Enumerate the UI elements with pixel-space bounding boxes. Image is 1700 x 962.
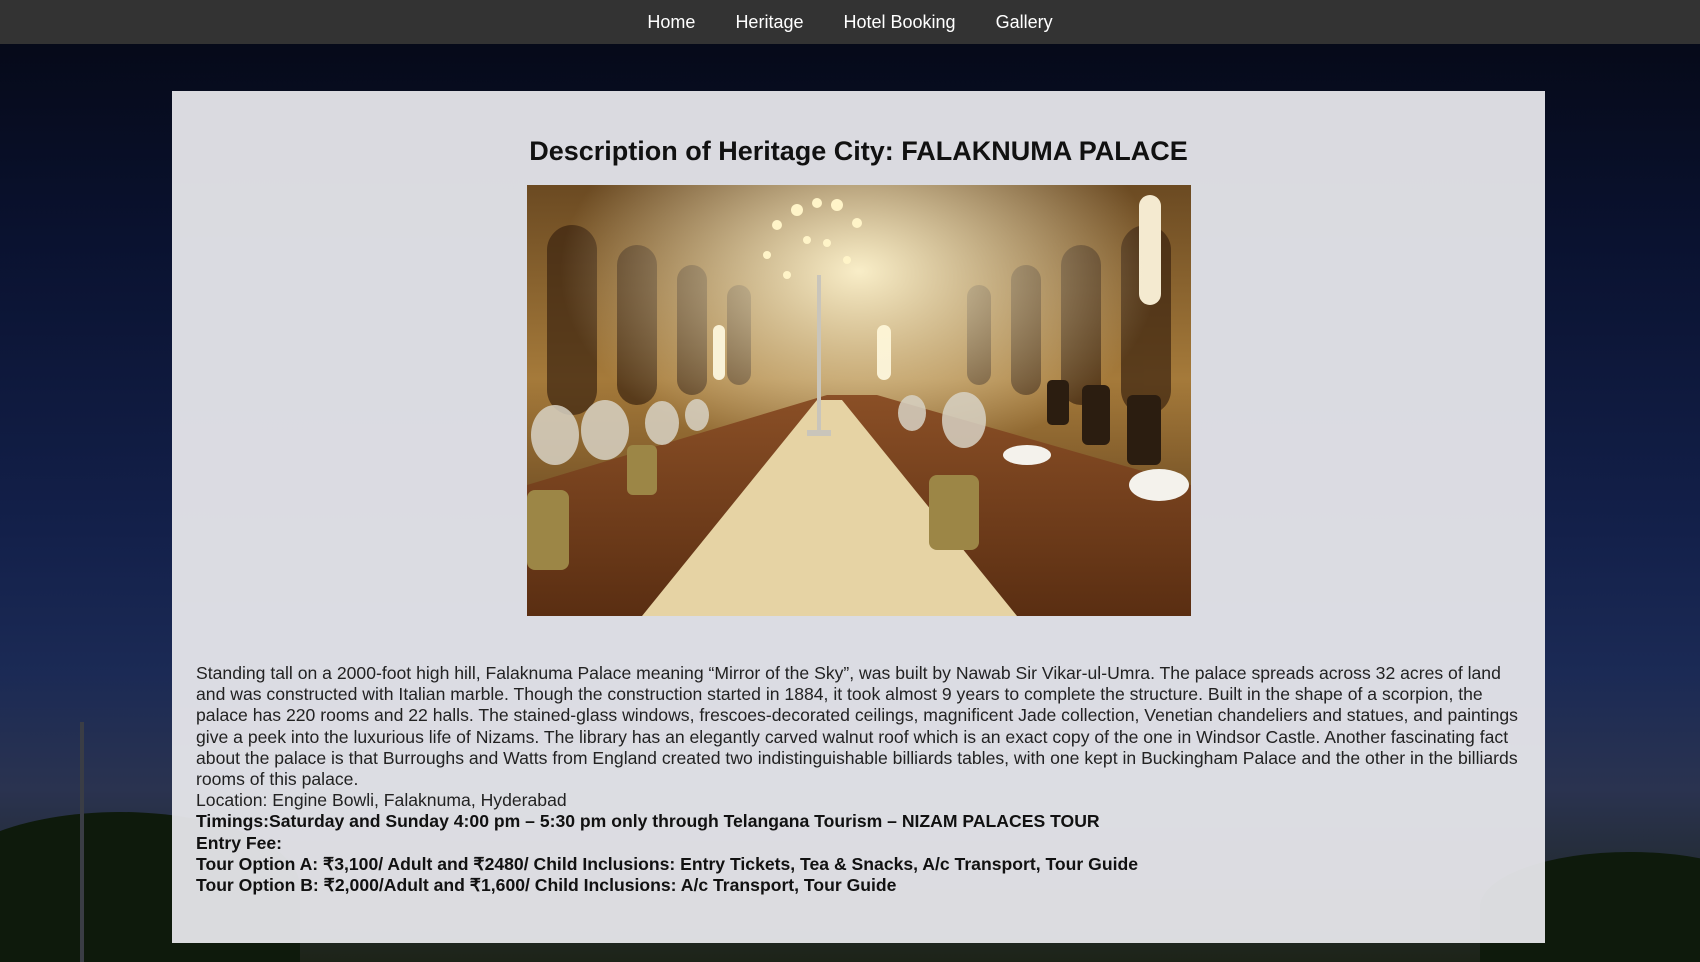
entry-fee-label: Entry Fee: [196,832,283,853]
nav-heritage-link[interactable]: Heritage [715,0,823,44]
tour-option-a: Tour Option A: ₹3,100/ Adult and ₹2480/ … [196,853,1138,874]
page-title: Description of Heritage City: FALAKNUMA … [529,136,1188,166]
description-section: Standing tall on a 2000-foot high hill, … [196,663,1521,896]
location-text: Location: Engine Bowli, Falaknuma, Hyder… [196,790,567,811]
palace-dining-hall-image [526,185,1191,616]
tour-option-b: Tour Option B: ₹2,000/Adult and ₹1,600/ … [196,875,897,896]
content-panel: Description of Heritage City: FALAKNUMA … [172,91,1545,943]
nav-hotel-booking-link[interactable]: Hotel Booking [823,0,975,44]
dining-hall-illustration [526,185,1191,616]
timings-text: Timings:Saturday and Sunday 4:00 pm – 5:… [196,811,1100,832]
palace-description: Standing tall on a 2000-foot high hill, … [196,663,1518,790]
nav-gallery-link[interactable]: Gallery [976,0,1073,44]
top-navigation: Home Heritage Hotel Booking Gallery [0,0,1700,44]
nav-home-link[interactable]: Home [627,0,715,44]
